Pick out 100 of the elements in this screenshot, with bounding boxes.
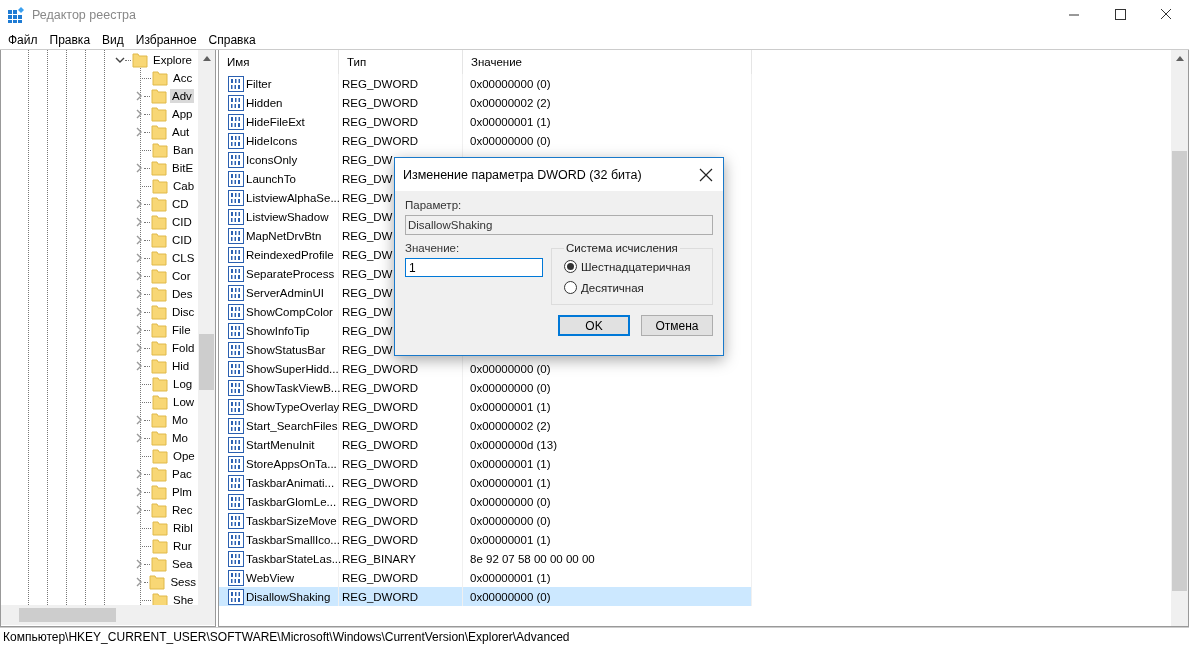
value-field[interactable]: 1 bbox=[405, 258, 543, 277]
tree-item[interactable]: Ope bbox=[171, 449, 197, 463]
close-icon[interactable] bbox=[699, 167, 713, 182]
dialog-button[interactable]: Отмена bbox=[641, 315, 713, 336]
tree-item[interactable]: Aut bbox=[170, 125, 192, 139]
scroll-up-icon[interactable] bbox=[202, 56, 211, 61]
chevron-right-icon[interactable] bbox=[134, 109, 144, 119]
tree-item[interactable]: Des bbox=[170, 287, 195, 301]
tree-item[interactable]: Fold bbox=[170, 341, 197, 355]
chevron-right-icon[interactable] bbox=[134, 325, 144, 335]
chevron-right-icon[interactable] bbox=[134, 343, 144, 353]
table-cell: TaskbarAnimati... bbox=[246, 476, 335, 489]
chevron-right-icon[interactable] bbox=[134, 253, 144, 263]
tree-item[interactable]: Low bbox=[171, 395, 197, 409]
chevron-right-icon[interactable] bbox=[134, 361, 144, 371]
tree-item[interactable]: Cor bbox=[170, 269, 193, 283]
radio-button[interactable] bbox=[564, 260, 577, 273]
chevron-right-icon[interactable] bbox=[134, 433, 144, 443]
chevron-right-icon[interactable] bbox=[134, 577, 144, 587]
table-row[interactable]: TaskbarSizeMove REG_DWORD 0x00000000 (0) bbox=[219, 511, 752, 530]
table-row[interactable]: ShowSuperHidd... REG_DWORD 0x00000000 (0) bbox=[219, 359, 752, 378]
table-row[interactable]: TaskbarStateLas...REG_BINARY 8e 92 07 58 00 00 00 00 bbox=[219, 549, 752, 568]
chevron-right-icon[interactable] bbox=[134, 217, 144, 227]
tree-item[interactable]: Rur bbox=[171, 539, 194, 553]
menu-item[interactable]: Файл bbox=[2, 32, 44, 47]
tree-item[interactable]: Sea bbox=[170, 557, 195, 571]
table-row[interactable]: ShowTypeOverlay REG_DWORD 0x00000001 (1) bbox=[219, 397, 752, 416]
menu-item[interactable]: Справка bbox=[202, 32, 262, 47]
chevron-right-icon[interactable] bbox=[134, 271, 144, 281]
tree-item[interactable]: Mo bbox=[170, 431, 190, 445]
tree-item[interactable]: Pac bbox=[170, 467, 194, 481]
tree-item[interactable]: File bbox=[170, 323, 193, 337]
tree-item[interactable]: Acc bbox=[171, 71, 195, 85]
table-row[interactable]: HideIcons REG_DWORD 0x00000000 (0) bbox=[219, 131, 752, 150]
radio-label[interactable]: Шестнадцатеричная bbox=[581, 260, 691, 273]
tree-item[interactable]: Disc bbox=[170, 305, 197, 319]
list-scrollbar[interactable] bbox=[1171, 50, 1188, 626]
tree-item[interactable]: Hid bbox=[170, 359, 192, 373]
table-row[interactable]: TaskbarAnimati... REG_DWORD 0x00000001 (1) bbox=[219, 473, 752, 492]
table-row[interactable]: DisallowShaking REG_DWORD 0x00000000 (0) bbox=[219, 587, 752, 606]
tree-item[interactable]: Adv bbox=[170, 89, 194, 103]
scroll-thumb[interactable] bbox=[199, 334, 214, 390]
registry-editor-icon bbox=[8, 7, 24, 23]
tree-item[interactable]: CLS bbox=[170, 251, 197, 265]
scroll-thumb[interactable] bbox=[19, 608, 116, 622]
menu-item[interactable]: Избранное bbox=[129, 32, 203, 47]
chevron-right-icon[interactable] bbox=[134, 559, 144, 569]
column-header[interactable]: Тип bbox=[339, 50, 463, 74]
chevron-right-icon[interactable] bbox=[134, 199, 144, 209]
tree-scrollbar[interactable] bbox=[198, 50, 215, 605]
tree-item[interactable]: CD bbox=[170, 197, 191, 211]
tree-item[interactable]: Plm bbox=[170, 485, 194, 499]
folder-icon bbox=[152, 394, 168, 410]
tree-item[interactable]: Log bbox=[171, 377, 195, 391]
tree-item[interactable]: App bbox=[170, 107, 195, 121]
table-row[interactable]: TaskbarGlomLe... REG_DWORD 0x00000000 (0) bbox=[219, 492, 752, 511]
dialog-button[interactable]: OK bbox=[558, 315, 630, 336]
chevron-right-icon[interactable] bbox=[134, 235, 144, 245]
column-header[interactable]: Имя bbox=[219, 50, 339, 74]
tree-item[interactable]: Mo bbox=[170, 413, 190, 427]
menu-item[interactable]: Вид bbox=[96, 32, 130, 47]
column-header[interactable]: Значение bbox=[463, 50, 752, 74]
chevron-right-icon[interactable] bbox=[134, 487, 144, 497]
tree-item[interactable]: Ban bbox=[171, 143, 196, 157]
chevron-right-icon[interactable] bbox=[134, 415, 144, 425]
radio-label[interactable]: Десятичная bbox=[581, 281, 644, 294]
table-row[interactable]: Start_SearchFiles REG_DWORD 0x00000002 (2) bbox=[219, 416, 752, 435]
table-row[interactable]: ShowTaskViewB...REG_DWORD 0x00000000 (0) bbox=[219, 378, 752, 397]
table-row[interactable]: StoreAppsOnTa... REG_DWORD 0x00000001 (1) bbox=[219, 454, 752, 473]
table-cell: REG_BINARY bbox=[339, 549, 463, 568]
tree-item[interactable]: BitE bbox=[170, 161, 196, 175]
menu-item[interactable]: Правка bbox=[43, 32, 97, 47]
tree-item[interactable]: She bbox=[171, 593, 196, 605]
tree-item[interactable]: Rec bbox=[170, 503, 195, 517]
folder-icon bbox=[151, 340, 167, 356]
table-row[interactable]: HideFileExt REG_DWORD 0x00000001 (1) bbox=[219, 112, 752, 131]
table-cell: 0x00000000 (0) bbox=[463, 74, 752, 93]
folder-icon bbox=[151, 322, 167, 338]
chevron-down-icon[interactable] bbox=[115, 55, 125, 65]
chevron-right-icon[interactable] bbox=[134, 289, 144, 299]
chevron-right-icon[interactable] bbox=[134, 307, 144, 317]
table-row[interactable]: TaskbarSmallIco... REG_DWORD 0x00000001 (1) bbox=[219, 530, 752, 549]
tree-horizontal-scrollbar[interactable] bbox=[1, 605, 215, 625]
chevron-right-icon[interactable] bbox=[134, 469, 144, 479]
tree-item[interactable]: CID bbox=[170, 215, 194, 229]
tree-item[interactable]: Explore bbox=[151, 53, 194, 67]
radio-button[interactable] bbox=[564, 281, 577, 294]
tree-item[interactable]: CID bbox=[170, 233, 194, 247]
scroll-thumb[interactable] bbox=[1172, 151, 1187, 591]
chevron-right-icon[interactable] bbox=[134, 91, 144, 101]
table-row[interactable]: Filter REG_DWORD 0x00000000 (0) bbox=[219, 74, 752, 93]
scroll-up-icon[interactable] bbox=[1175, 56, 1184, 61]
chevron-right-icon[interactable] bbox=[134, 505, 144, 515]
tree-item[interactable]: Cab bbox=[171, 179, 197, 193]
table-row[interactable]: StartMenuInit REG_DWORD 0x0000000d (13) bbox=[219, 435, 752, 454]
chevron-right-icon[interactable] bbox=[134, 163, 144, 173]
chevron-right-icon[interactable] bbox=[134, 127, 144, 137]
tree-item[interactable]: Sess bbox=[168, 575, 198, 589]
tree-item[interactable]: Ribl bbox=[171, 521, 195, 535]
table-row[interactable]: Hidden REG_DWORD 0x00000002 (2) bbox=[219, 93, 752, 112]
